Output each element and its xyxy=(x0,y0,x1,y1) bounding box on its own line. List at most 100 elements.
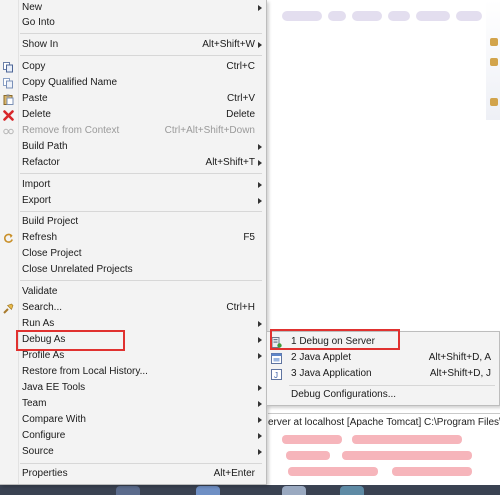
menu-item-build-project[interactable]: Build Project xyxy=(0,214,266,230)
shortcut-label: Alt+Shift+D, A xyxy=(428,352,491,363)
submenu-item-label: 2 Java Applet xyxy=(291,352,352,363)
menu-item-label: Copy Qualified Name xyxy=(22,77,118,88)
menu-item-label: Delete xyxy=(22,109,51,120)
menu-separator xyxy=(20,211,262,212)
menu-item-label: Build Path xyxy=(22,141,68,152)
delete-icon xyxy=(3,110,14,121)
refresh-icon xyxy=(4,233,13,243)
menu-item-label: Validate xyxy=(22,286,58,297)
menu-item-compare-with[interactable]: Compare With xyxy=(0,412,266,428)
console-launch-line: erver at localhost [Apache Tomcat] C:\Pr… xyxy=(268,413,500,432)
menu-item-search[interactable]: Search... Ctrl+H xyxy=(0,300,266,316)
menu-item-label: Go Into xyxy=(22,17,55,28)
submenu-item-debug-configurations[interactable]: Debug Configurations... xyxy=(267,387,499,403)
menu-item-refactor[interactable]: Refactor Alt+Shift+T xyxy=(0,155,266,171)
submenu-arrow-icon xyxy=(258,144,262,150)
submenu-arrow-icon xyxy=(258,417,262,423)
menu-item-configure[interactable]: Configure xyxy=(0,428,266,444)
menu-item-label: Team xyxy=(22,398,47,409)
menu-item-remove-from-context[interactable]: Remove from Context Ctrl+Alt+Shift+Down xyxy=(0,123,266,139)
paste-icon xyxy=(3,94,14,105)
menu-item-refresh[interactable]: Refresh F5 xyxy=(0,230,266,246)
submenu-arrow-icon xyxy=(258,42,262,48)
menu-separator xyxy=(20,173,262,174)
menu-separator xyxy=(20,33,262,34)
menu-item-label: Show In xyxy=(22,39,59,50)
java-application-icon: J xyxy=(271,369,282,380)
menu-item-restore-from-local-history[interactable]: Restore from Local History... xyxy=(0,364,266,380)
submenu-arrow-icon xyxy=(258,5,262,11)
menu-item-java-ee-tools[interactable]: Java EE Tools xyxy=(0,380,266,396)
menu-item-show-in[interactable]: Show In Alt+Shift+W xyxy=(0,37,266,53)
submenu-arrow-icon xyxy=(258,321,262,327)
menu-item-delete[interactable]: Delete Delete xyxy=(0,107,266,123)
shortcut-label: F5 xyxy=(243,232,255,243)
submenu-arrow-icon xyxy=(258,160,262,166)
menu-item-label: Configure xyxy=(22,430,66,441)
submenu-item-java-applet[interactable]: 2 Java Applet Alt+Shift+D, A xyxy=(267,350,499,366)
menu-item-import[interactable]: Import xyxy=(0,177,266,193)
menu-item-label: Export xyxy=(22,195,51,206)
menu-item-label: Copy xyxy=(22,61,46,72)
menu-item-label: Import xyxy=(22,179,51,190)
submenu-item-java-application[interactable]: J 3 Java Application Alt+Shift+D, J xyxy=(267,366,499,382)
shortcut-label: Ctrl+H xyxy=(226,302,255,313)
blurred-editor-text xyxy=(282,8,500,24)
menu-item-copy[interactable]: Copy Ctrl+C xyxy=(0,59,266,75)
menu-item-validate[interactable]: Validate xyxy=(0,284,266,300)
shortcut-label: Ctrl+Alt+Shift+Down xyxy=(164,125,255,136)
shortcut-label: Alt+Shift+D, J xyxy=(429,368,491,379)
shortcut-label: Delete xyxy=(226,109,255,120)
submenu-arrow-icon xyxy=(258,182,262,188)
menu-item-properties[interactable]: Properties Alt+Enter xyxy=(0,466,266,482)
shortcut-label: Ctrl+C xyxy=(226,61,255,72)
menu-item-team[interactable]: Team xyxy=(0,396,266,412)
submenu-arrow-icon xyxy=(258,337,262,343)
menu-separator xyxy=(289,385,495,386)
shortcut-label: Alt+Shift+T xyxy=(205,157,255,168)
java-applet-icon xyxy=(271,353,282,364)
menu-item-label: Paste xyxy=(22,93,48,104)
menu-item-label: Close Project xyxy=(22,248,82,259)
svg-text:J: J xyxy=(274,371,278,380)
menu-item-label: Refresh xyxy=(22,232,58,243)
menu-item-label: Search... xyxy=(22,302,63,313)
copy-qualified-name-icon xyxy=(3,78,13,89)
menu-item-label: Remove from Context xyxy=(22,125,120,136)
windows-taskbar xyxy=(0,485,500,495)
submenu-arrow-icon xyxy=(258,433,262,439)
console-blurred-output xyxy=(268,431,500,481)
remove-from-context-icon xyxy=(3,128,14,135)
submenu-item-label: Debug Configurations... xyxy=(291,389,397,400)
menu-item-paste[interactable]: Paste Ctrl+V xyxy=(0,91,266,107)
menu-separator xyxy=(20,463,262,464)
menu-item-export[interactable]: Export xyxy=(0,193,266,209)
menu-item-close-project[interactable]: Close Project xyxy=(0,246,266,262)
submenu-arrow-icon xyxy=(258,385,262,391)
shortcut-label: Alt+Shift+W xyxy=(202,39,255,50)
menu-item-build-path[interactable]: Build Path xyxy=(0,139,266,155)
menu-separator xyxy=(20,280,262,281)
submenu-arrow-icon xyxy=(258,449,262,455)
menu-item-copy-qualified-name[interactable]: Copy Qualified Name xyxy=(0,75,266,91)
menu-item-label: Compare With xyxy=(22,414,86,425)
editor-right-edge xyxy=(486,0,500,120)
submenu-arrow-icon xyxy=(258,353,262,359)
menu-item-label: Java EE Tools xyxy=(22,382,86,393)
search-icon xyxy=(3,303,14,314)
menu-item-label: Close Unrelated Projects xyxy=(22,264,133,275)
submenu-item-label: 3 Java Application xyxy=(291,368,372,379)
project-context-menu: New Go Into Show In Alt+Shift+W Copy Ctrl+… xyxy=(0,0,267,485)
submenu-arrow-icon xyxy=(258,401,262,407)
submenu-arrow-icon xyxy=(258,198,262,204)
debug-on-server-annotation-box xyxy=(270,329,400,350)
menu-item-new[interactable]: New xyxy=(0,0,266,16)
debug-as-annotation-box xyxy=(16,330,125,351)
menu-item-close-unrelated-projects[interactable]: Close Unrelated Projects xyxy=(0,262,266,278)
menu-item-label: Restore from Local History... xyxy=(22,366,148,377)
menu-item-go-into[interactable]: Go Into xyxy=(0,15,266,31)
menu-separator xyxy=(20,55,262,56)
menu-item-source[interactable]: Source xyxy=(0,444,266,460)
menu-item-label: Refactor xyxy=(22,157,60,168)
menu-item-label: Source xyxy=(22,446,54,457)
